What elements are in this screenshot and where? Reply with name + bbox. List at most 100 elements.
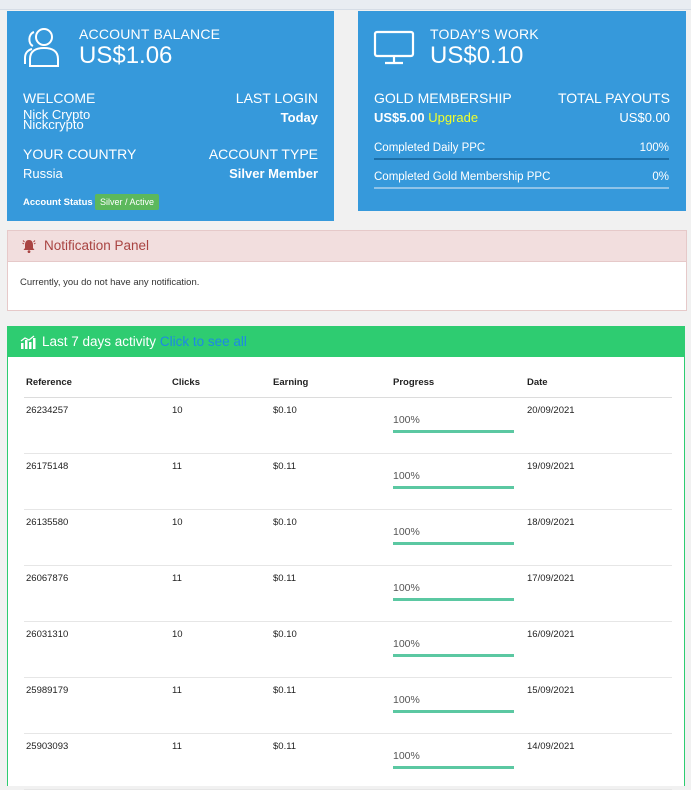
progress-fill xyxy=(393,542,514,545)
cell-clicks: 11 xyxy=(170,677,271,734)
progress-fill xyxy=(393,654,514,657)
cell-clicks: 10 xyxy=(170,509,271,566)
daily-ppc-value: 100% xyxy=(639,142,669,154)
progress-fill xyxy=(393,598,514,601)
cell-progress: 100% xyxy=(391,677,525,734)
todays-work-label: TODAY'S WORK xyxy=(430,26,539,42)
cell-reference: 25903093 xyxy=(24,733,170,790)
cell-date: 16/09/2021 xyxy=(525,621,672,678)
bell-icon xyxy=(22,240,36,253)
cell-earning: $0.11 xyxy=(271,565,391,622)
cell-earning: $0.10 xyxy=(271,509,391,566)
cell-clicks: 10 xyxy=(170,397,271,454)
progress-text: 100% xyxy=(393,638,420,650)
cell-earning: $0.10 xyxy=(271,397,391,454)
daily-ppc-bar xyxy=(374,158,669,160)
cell-date: 14/09/2021 xyxy=(525,733,672,790)
last-login-label: LAST LOGIN xyxy=(235,90,318,106)
cell-progress: 100% xyxy=(391,509,525,566)
cell-clicks: 11 xyxy=(170,733,271,790)
welcome-value: Nick Crypto Nickcrypto xyxy=(23,108,90,132)
cell-progress: 100% xyxy=(391,397,525,454)
last-login-value: Today xyxy=(280,110,318,125)
cell-earning: $0.11 xyxy=(271,733,391,790)
gold-ppc-bar xyxy=(374,187,669,189)
cell-date: 20/09/2021 xyxy=(525,397,672,454)
col-progress: Progress xyxy=(391,367,525,398)
progress-bar xyxy=(393,766,514,769)
welcome-username: Nickcrypto xyxy=(23,117,84,132)
gold-ppc-label: Completed Gold Membership PPC xyxy=(374,171,551,183)
activity-panel: Last 7 days activity Click to see all Re… xyxy=(7,326,685,790)
cell-clicks: 11 xyxy=(170,565,271,622)
table-row: 26175148 11 $0.11 100% 19/09/2021 xyxy=(24,453,672,510)
gold-ppc-row: Completed Gold Membership PPC 0% xyxy=(374,171,669,189)
cell-progress: 100% xyxy=(391,621,525,678)
progress-text: 100% xyxy=(393,470,420,482)
todays-work-value: US$0.10 xyxy=(430,42,524,69)
country-value: Russia xyxy=(23,166,63,181)
progress-bar xyxy=(393,710,514,713)
daily-ppc-row: Completed Daily PPC 100% xyxy=(374,142,669,160)
balance-value: US$1.06 xyxy=(79,42,173,69)
top-bar xyxy=(0,0,691,10)
col-earning: Earning xyxy=(271,367,391,398)
cell-progress: 100% xyxy=(391,733,525,790)
cell-progress: 100% xyxy=(391,453,525,510)
table-row: 26234257 10 $0.10 100% 20/09/2021 xyxy=(24,397,672,454)
progress-text: 100% xyxy=(393,750,420,762)
progress-bar xyxy=(393,430,514,433)
total-payouts-value: US$0.00 xyxy=(619,110,670,125)
progress-fill xyxy=(393,766,514,769)
table-row: 26135580 10 $0.10 100% 18/09/2021 xyxy=(24,509,672,566)
table-row: 25989179 11 $0.11 100% 15/09/2021 xyxy=(24,677,672,734)
activity-table: Reference Clicks Earning Progress Date 2… xyxy=(24,367,672,790)
daily-ppc-label: Completed Daily PPC xyxy=(374,142,486,154)
notification-header: Notification Panel xyxy=(8,231,686,262)
account-status-label: Account Status xyxy=(23,197,93,208)
bar-chart-icon xyxy=(20,335,36,349)
upgrade-link[interactable]: Upgrade xyxy=(428,110,478,125)
account-type-value: Silver Member xyxy=(229,166,318,181)
monitor-icon xyxy=(373,30,415,65)
table-row: 25903093 11 $0.11 100% 14/09/2021 xyxy=(24,733,672,790)
cell-date: 15/09/2021 xyxy=(525,677,672,734)
account-balance-card: ACCOUNT BALANCE US$1.06 WELCOME Nick Cry… xyxy=(7,11,334,221)
activity-title: Last 7 days activity xyxy=(42,334,157,349)
progress-text: 100% xyxy=(393,582,420,594)
cell-earning: $0.11 xyxy=(271,453,391,510)
progress-bar xyxy=(393,598,514,601)
welcome-label: WELCOME xyxy=(23,90,96,106)
col-reference: Reference xyxy=(24,367,170,398)
cell-reference: 26175148 xyxy=(24,453,170,510)
gold-membership-value: US$5.00 Upgrade xyxy=(374,110,478,125)
cell-date: 17/09/2021 xyxy=(525,565,672,622)
progress-text: 100% xyxy=(393,694,420,706)
see-all-link[interactable]: Click to see all xyxy=(160,334,247,349)
todays-work-card: TODAY'S WORK US$0.10 GOLD MEMBERSHIP US$… xyxy=(358,11,686,211)
activity-header: Last 7 days activity Click to see all xyxy=(8,327,684,357)
cell-reference: 26234257 xyxy=(24,397,170,454)
balance-label: ACCOUNT BALANCE xyxy=(79,26,221,42)
notification-title: Notification Panel xyxy=(44,238,150,253)
progress-bar xyxy=(393,542,514,545)
total-payouts-label: TOTAL PAYOUTS xyxy=(557,90,670,106)
progress-bar xyxy=(393,654,514,657)
cell-reference: 26135580 xyxy=(24,509,170,566)
cell-reference: 26067876 xyxy=(24,565,170,622)
cell-reference: 25989179 xyxy=(24,677,170,734)
progress-bar xyxy=(393,486,514,489)
status-badge: Silver / Active xyxy=(95,194,160,210)
gold-membership-label: GOLD MEMBERSHIP xyxy=(374,90,512,106)
cell-clicks: 10 xyxy=(170,621,271,678)
cell-date: 19/09/2021 xyxy=(525,453,672,510)
cell-reference: 26031310 xyxy=(24,621,170,678)
cell-earning: $0.10 xyxy=(271,621,391,678)
country-label: YOUR COUNTRY xyxy=(23,146,137,162)
cell-date: 18/09/2021 xyxy=(525,509,672,566)
col-clicks: Clicks xyxy=(170,367,271,398)
cell-progress: 100% xyxy=(391,565,525,622)
notification-message: Currently, you do not have any notificat… xyxy=(20,277,200,288)
table-header-row: Reference Clicks Earning Progress Date xyxy=(24,367,672,398)
gold-ppc-value: 0% xyxy=(652,171,669,183)
